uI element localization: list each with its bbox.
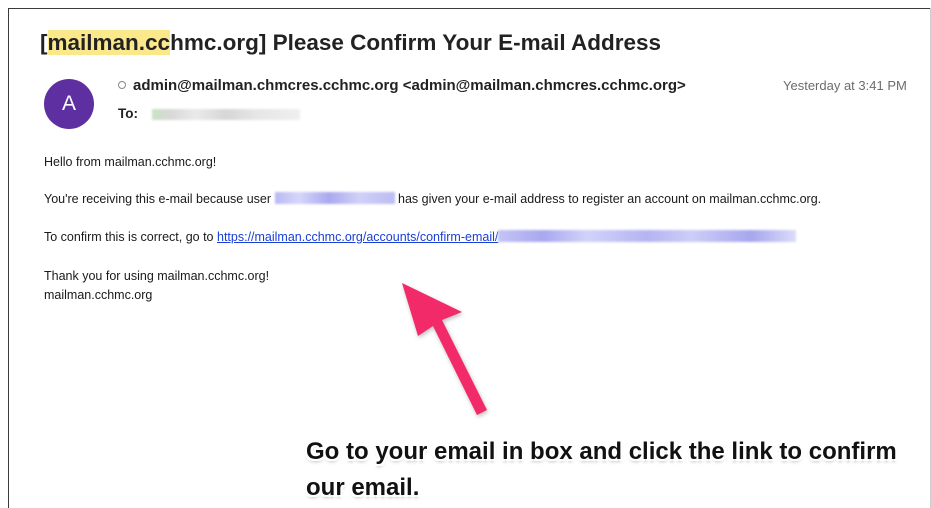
- arrow-shape: [402, 283, 487, 415]
- annotation-arrow-icon: [402, 283, 487, 415]
- instruction-annotation: Go to your email in box and click the li…: [306, 438, 897, 501]
